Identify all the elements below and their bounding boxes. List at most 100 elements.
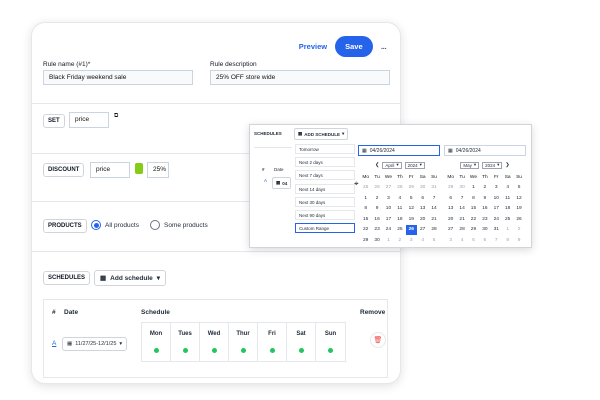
calendar-day[interactable]: 29 [360, 235, 371, 246]
some-products-radio[interactable]: Some products [150, 220, 208, 230]
rule-name-input[interactable]: Black Friday weekend sale [43, 70, 193, 85]
calendar-day[interactable]: 26 [371, 183, 382, 194]
more-options-icon[interactable]: ... [381, 41, 387, 52]
range-custom[interactable]: Custom Range [295, 223, 355, 234]
calendar-day[interactable]: 6 [445, 193, 456, 204]
calendar-day[interactable]: 5 [406, 193, 417, 204]
calendar-day[interactable]: 27 [383, 183, 394, 194]
weekday-mon[interactable]: Mon [142, 323, 171, 361]
calendar-day[interactable]: 9 [371, 204, 382, 215]
calendar-day[interactable]: 30 [371, 235, 382, 246]
popup-add-schedule-button[interactable]: ▦ ADD SCHEDULE ▾ [294, 128, 349, 140]
calendar-day[interactable]: 8 [502, 235, 513, 246]
discount-percent-input[interactable]: 25% [147, 162, 169, 178]
calendar-day[interactable]: 9 [513, 235, 524, 246]
calendar-day[interactable]: 27 [445, 225, 456, 236]
calendar-day[interactable]: 11 [502, 193, 513, 204]
set-field-select[interactable]: price [69, 112, 109, 128]
calendar-day[interactable]: 22 [468, 214, 479, 225]
calendar-day[interactable]: 10 [491, 193, 502, 204]
calendar-day[interactable]: 5 [468, 235, 479, 246]
calendar-day[interactable]: 2 [371, 193, 382, 204]
calendar-day[interactable]: 24 [383, 225, 394, 236]
calendar-day[interactable]: 16 [479, 204, 490, 215]
copy-icon[interactable]: ⧉ [114, 113, 118, 120]
calendar-day[interactable]: 28 [394, 183, 405, 194]
end-date-input[interactable]: ▦ 04/26/2024 [444, 145, 526, 156]
calendar-day[interactable]: 1 [502, 225, 513, 236]
weekday-tue[interactable]: Tues [171, 323, 200, 361]
popup-row-letter[interactable]: A [264, 178, 267, 183]
popup-row-date[interactable]: ▦ 04 [272, 177, 292, 189]
next-month-icon[interactable]: ❯ [505, 162, 509, 168]
calendar-day[interactable]: 27 [417, 225, 428, 236]
calendar-day[interactable]: 7 [491, 235, 502, 246]
calendar-day[interactable]: 16 [371, 214, 382, 225]
preview-button[interactable]: Preview [299, 42, 327, 51]
weekday-fri[interactable]: Fri [258, 323, 287, 361]
calendar-day[interactable]: 25 [502, 214, 513, 225]
calendar-day[interactable]: 8 [468, 193, 479, 204]
calendar-day[interactable]: 12 [406, 204, 417, 215]
left-year-select[interactable]: 2024 ▾ [404, 161, 425, 169]
discount-field-select[interactable]: price [90, 162, 130, 178]
prev-month-icon[interactable]: ❮ [375, 162, 379, 168]
right-year-select[interactable]: 2024 ▾ [482, 161, 503, 169]
calendar-day[interactable]: 30 [456, 183, 467, 194]
calendar-day[interactable]: 5 [428, 235, 439, 246]
range-next-14-days[interactable]: Next 14 days [295, 183, 355, 194]
save-button[interactable]: Save [335, 36, 373, 57]
calendar-day[interactable]: 28 [428, 225, 439, 236]
calendar-day[interactable]: 22 [360, 225, 371, 236]
weekday-wed[interactable]: Wed [200, 323, 229, 361]
calendar-day[interactable]: 3 [445, 235, 456, 246]
all-products-radio[interactable]: All products [91, 220, 139, 230]
calendar-day[interactable]: 28 [456, 225, 467, 236]
calendar-day[interactable]: 25 [360, 183, 371, 194]
weekday-thu[interactable]: Thur [229, 323, 258, 361]
calendar-day[interactable]: 1 [468, 183, 479, 194]
calendar-day[interactable]: 4 [502, 183, 513, 194]
range-next-7-days[interactable]: Next 7 days [295, 170, 355, 181]
calendar-day[interactable]: 9 [479, 193, 490, 204]
add-schedule-button[interactable]: ▦ Add schedule ▾ [94, 270, 167, 286]
calendar-day[interactable]: 29 [445, 183, 456, 194]
calendar-day[interactable]: 1 [360, 193, 371, 204]
start-date-input[interactable]: ▦ 04/26/2024 [358, 145, 440, 156]
calendar-day[interactable]: 18 [394, 214, 405, 225]
calendar-day[interactable]: 7 [456, 193, 467, 204]
calendar-day[interactable]: 30 [417, 183, 428, 194]
rule-description-input[interactable]: 25% OFF store wide [210, 70, 390, 85]
weekday-sun[interactable]: Sun [316, 323, 345, 361]
calendar-day[interactable]: 24 [491, 214, 502, 225]
calendar-day[interactable]: 5 [513, 183, 524, 194]
calendar-day[interactable]: 18 [502, 204, 513, 215]
calendar-day[interactable]: 29 [468, 225, 479, 236]
trash-icon[interactable]: 🗑 [370, 332, 386, 348]
calendar-day[interactable]: 20 [445, 214, 456, 225]
calendar-day[interactable]: 17 [383, 214, 394, 225]
calendar-day[interactable]: 25 [394, 225, 405, 236]
calendar-day[interactable]: 2 [513, 225, 524, 236]
calendar-day[interactable]: 19 [513, 204, 524, 215]
calendar-day[interactable]: 17 [491, 204, 502, 215]
calendar-day[interactable]: 13 [417, 204, 428, 215]
calendar-day[interactable]: 1 [383, 235, 394, 246]
calendar-day-selected[interactable]: 26 [405, 224, 417, 235]
calendar-day[interactable]: 3 [383, 193, 394, 204]
calendar-day[interactable]: 29 [406, 183, 417, 194]
calendar-day[interactable]: 2 [479, 183, 490, 194]
calendar-day[interactable]: 14 [428, 204, 439, 215]
calendar-day[interactable]: 15 [360, 214, 371, 225]
range-next-30-days[interactable]: Next 30 days [295, 196, 355, 207]
calendar-day[interactable]: 26 [513, 214, 524, 225]
calendar-day[interactable]: 15 [468, 204, 479, 215]
calendar-day[interactable]: 3 [406, 235, 417, 246]
range-next-90-days[interactable]: Next 90 days [295, 209, 355, 220]
range-tomorrow[interactable]: Tomorrow [295, 144, 355, 154]
calendar-day[interactable]: 12 [513, 193, 524, 204]
weekday-sat[interactable]: Sat [287, 323, 316, 361]
calendar-day[interactable]: 31 [491, 225, 502, 236]
range-next-2-days[interactable]: Next 2 days [295, 157, 355, 168]
calendar-day[interactable]: 21 [456, 214, 467, 225]
